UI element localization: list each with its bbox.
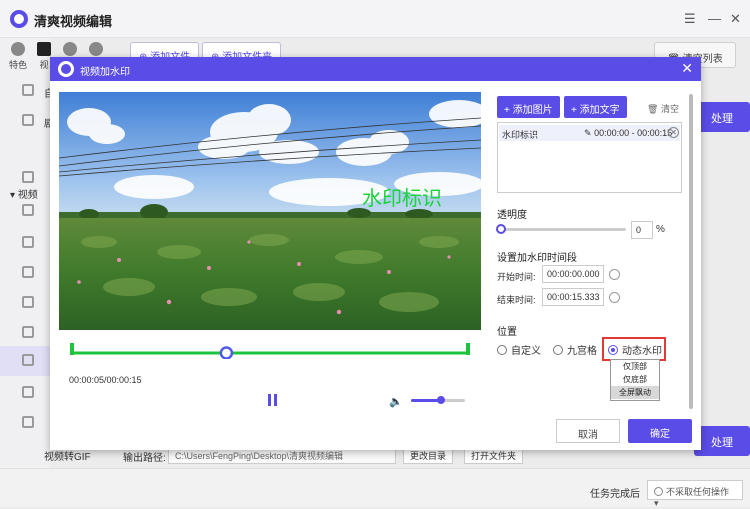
watermark-name: 水印标识: [502, 130, 539, 140]
sidebar-item[interactable]: [0, 378, 50, 408]
timeline-slider[interactable]: [70, 339, 470, 359]
volume-icon[interactable]: 🔈: [389, 395, 403, 408]
tool-icon: [22, 296, 34, 308]
clock-icon: [654, 487, 663, 496]
opacity-input[interactable]: 0: [631, 221, 653, 239]
add-image-button[interactable]: + 添加图片: [497, 96, 560, 118]
sidebar-item[interactable]: 剧: [0, 106, 54, 136]
tool-icon: [22, 354, 34, 366]
opacity-label: 透明度: [497, 210, 527, 221]
after-complete-select[interactable]: 不采取任何操作 ▾: [647, 480, 743, 508]
time-range-label: 设置加水印时间段: [497, 253, 577, 264]
menu-icon[interactable]: ☰: [684, 11, 696, 27]
opacity-unit: %: [656, 224, 665, 235]
radio-icon: [553, 345, 563, 355]
option-bottom-only[interactable]: 仅底部: [611, 373, 659, 386]
volume-handle[interactable]: [436, 396, 445, 404]
sidebar-tab-special[interactable]: 特色: [6, 42, 30, 71]
end-time-label: 结束时间:: [497, 295, 536, 305]
app-title-bar: 清爽视频编辑 ☰ — ✕: [0, 0, 750, 38]
highlight-box: [602, 337, 666, 361]
dynamic-mode-dropdown[interactable]: 仅顶部 仅底部 全屏飘动: [610, 359, 660, 401]
close-app-icon[interactable]: ✕: [730, 11, 741, 27]
sidebar-item[interactable]: [0, 318, 50, 348]
tool-icon: [22, 114, 34, 126]
pause-button[interactable]: [267, 394, 279, 406]
option-fullscreen-float[interactable]: 全屏飘动: [611, 386, 659, 399]
audio-icon: [63, 42, 77, 56]
cancel-button[interactable]: 取消: [556, 419, 620, 443]
app-title: 清爽视频编辑: [34, 14, 113, 29]
playhead-handle[interactable]: [219, 346, 234, 359]
dialog-close-icon[interactable]: ✕: [681, 60, 693, 77]
reset-end-icon[interactable]: [609, 292, 620, 303]
start-time-label: 开始时间:: [497, 272, 536, 282]
sidebar-item[interactable]: [0, 288, 50, 318]
time-display: 00:00:05/00:00:15: [69, 375, 142, 385]
process-button[interactable]: 处理: [694, 102, 750, 132]
reset-start-icon[interactable]: [609, 269, 620, 280]
tool-icon: [22, 236, 34, 248]
minimize-icon[interactable]: —: [708, 11, 721, 26]
sidebar-item-watermark[interactable]: [0, 346, 50, 376]
tool-icon: [22, 386, 34, 398]
confirm-button[interactable]: 确定: [628, 419, 692, 443]
opacity-slider[interactable]: [496, 224, 626, 234]
start-time-input[interactable]: 00:00:00.000: [542, 265, 604, 283]
radio-icon: [497, 345, 507, 355]
video-icon: [37, 42, 51, 56]
position-grid-radio[interactable]: 九宫格: [553, 342, 597, 357]
watermark-list-item[interactable]: 水印标识 ✎ 00:00:00 - 00:00:15 ✕: [499, 125, 680, 141]
ai-icon: [89, 42, 103, 56]
sidebar-item[interactable]: 自: [0, 76, 54, 106]
output-path-label: 输出路径:: [123, 453, 166, 464]
sidebar-item[interactable]: [0, 408, 50, 438]
video-frame: [59, 92, 481, 330]
watermark-dialog: 视频加水印 ✕ 水印标识 00:00:05/00:00:15 🔈 + 添加图片 …: [50, 57, 701, 450]
opacity-handle[interactable]: [496, 224, 506, 234]
add-text-button[interactable]: + 添加文字: [564, 96, 627, 118]
special-icon: [11, 42, 25, 56]
after-complete-label: 任务完成后: [590, 489, 640, 500]
delete-watermark-icon[interactable]: ✕: [668, 127, 679, 138]
watermark-overlay[interactable]: 水印标识: [362, 182, 442, 211]
tool-icon: [22, 204, 34, 216]
sidebar-tab-audio[interactable]: [58, 42, 82, 58]
tool-icon: [22, 171, 34, 183]
watermark-list: 水印标识 ✎ 00:00:00 - 00:00:15 ✕: [497, 122, 682, 193]
sidebar-item[interactable]: [0, 228, 50, 258]
position-label: 位置: [497, 327, 517, 338]
tool-icon: [22, 266, 34, 278]
process-all-button[interactable]: 处理: [694, 426, 750, 456]
sidebar-item[interactable]: [0, 163, 50, 193]
sidebar-item[interactable]: [0, 196, 50, 226]
app-logo-icon: [10, 10, 28, 28]
option-top-only[interactable]: 仅顶部: [611, 360, 659, 373]
dialog-title: 视频加水印: [80, 67, 130, 78]
watermark-time: ✎ 00:00:00 - 00:00:15: [584, 128, 673, 138]
sidebar-item[interactable]: [0, 258, 50, 288]
sidebar: 特色 视 自 剧 ▾ 视频: [0, 38, 103, 468]
tool-icon: [22, 326, 34, 338]
position-custom-radio[interactable]: 自定义: [497, 342, 541, 357]
sidebar-item-gif[interactable]: 视频转GIF: [44, 448, 91, 463]
dialog-logo-icon: [58, 61, 74, 77]
edit-icon[interactable]: ✎: [584, 128, 592, 138]
video-preview[interactable]: 水印标识: [59, 92, 481, 330]
end-time-input[interactable]: 00:00:15.333: [542, 288, 604, 306]
sidebar-tab-ai[interactable]: [84, 42, 108, 58]
tool-icon: [22, 416, 34, 428]
tool-icon: [22, 84, 34, 96]
clear-watermarks-button[interactable]: 🗑 清空: [647, 102, 679, 115]
volume-slider[interactable]: [411, 396, 465, 404]
panel-scrollbar[interactable]: [689, 94, 693, 409]
dialog-header: 视频加水印 ✕: [50, 57, 701, 81]
